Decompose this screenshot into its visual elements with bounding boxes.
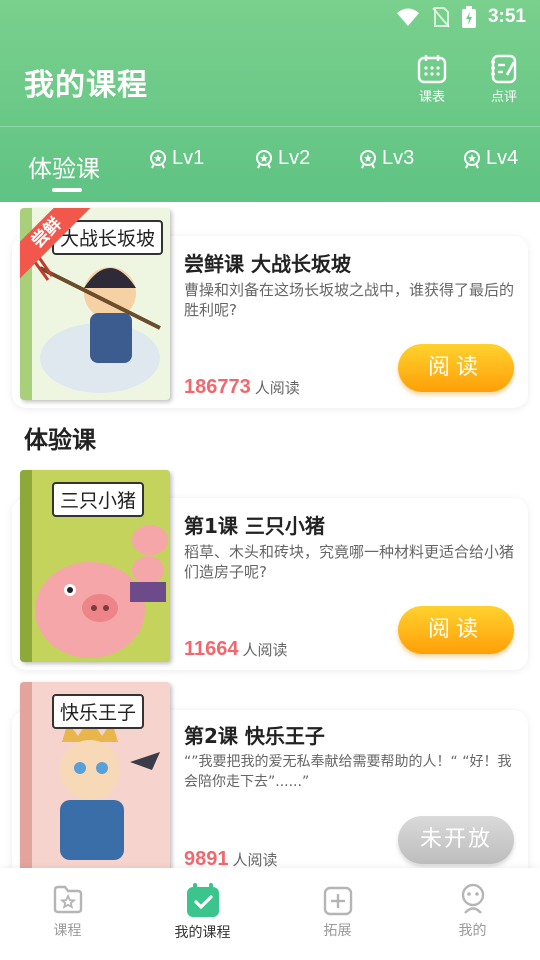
medal-icon (150, 149, 166, 168)
nav-label: 我的 (458, 923, 487, 939)
nav-courses[interactable]: 课程 (0, 882, 135, 940)
nav-me[interactable]: 我的 (405, 882, 540, 940)
nav-label: 我的课程 (174, 925, 231, 941)
course-name: 尝鲜课 大战长坂坡 (184, 252, 351, 276)
nav-expand[interactable]: 拓展 (270, 882, 405, 940)
medal-icon (256, 149, 272, 168)
battery-charging-icon (461, 6, 476, 28)
cover-title: 三只小猪 (52, 482, 145, 517)
tab-lv4[interactable]: Lv4 (462, 147, 518, 170)
bottom-nav: 课程 我的课程 拓展 我的 (0, 868, 540, 960)
tab-trial[interactable]: 体验课 (28, 149, 100, 184)
tab-label: 体验课 (28, 155, 100, 183)
read-count-number: 11664 (184, 638, 239, 660)
schedule-label: 课表 (418, 90, 445, 105)
calendar-check-icon (186, 883, 219, 917)
calendar-icon (417, 55, 447, 84)
active-tab-indicator (52, 188, 82, 192)
course-name: 第2课 快乐王子 (184, 724, 325, 748)
read-button[interactable]: 阅读 (398, 606, 514, 654)
read-count: 11664 人阅读 (184, 638, 288, 661)
medal-icon (360, 149, 376, 168)
course-description: 曹操和刘备在这场长坂坡之战中，谁获得了最后的胜利呢? (184, 281, 515, 319)
status-bar: 3:51 (0, 0, 540, 36)
review-button[interactable]: 点评 (480, 54, 528, 105)
nav-label: 课程 (53, 923, 82, 939)
tab-label: Lv3 (382, 147, 415, 169)
status-time: 3:51 (487, 6, 526, 27)
wifi-icon (396, 8, 419, 26)
read-count-number: 186773 (184, 376, 251, 398)
review-label: 点评 (490, 90, 517, 105)
tab-label: Lv2 (278, 147, 311, 169)
no-sim-icon (432, 7, 450, 28)
tab-lv2[interactable]: Lv2 (254, 147, 310, 170)
tab-lv1[interactable]: Lv1 (148, 147, 204, 170)
course-description: 稻草、木头和砖块，究竟哪一种材料更适合给小猪们造房子呢? (184, 543, 515, 581)
tab-label: Lv4 (486, 147, 519, 169)
course-name: 第1课 三只小猪 (184, 514, 325, 538)
page-title: 我的课程 (24, 68, 148, 103)
schedule-button[interactable]: 课表 (408, 54, 456, 105)
header: 3:51 我的课程 课表 点评 体验课 Lv1 Lv2 Lv3 Lv4 (0, 0, 540, 202)
course-cover[interactable]: 三只小猪 (20, 470, 170, 662)
course-cover[interactable]: 大战长坂坡 尝鲜 (20, 208, 170, 400)
read-count-unit: 人阅读 (242, 641, 288, 659)
read-count: 186773 人阅读 (184, 376, 300, 399)
medal-icon (464, 149, 480, 168)
course-description: “”我要把我的爱无私奉献给需要帮助的人！“ “好！我会陪你走下去”......” (184, 754, 512, 790)
tab-lv3[interactable]: Lv3 (358, 147, 414, 170)
nav-my-courses[interactable]: 我的课程 (135, 882, 270, 942)
folder-star-icon (53, 885, 82, 914)
unavailable-button[interactable]: 未开放 (398, 816, 514, 864)
course-cover[interactable]: 快乐王子 (20, 682, 170, 874)
read-count-unit: 人阅读 (232, 851, 278, 869)
review-icon (491, 54, 517, 84)
cover-title: 快乐王子 (52, 694, 145, 729)
add-square-icon (323, 886, 352, 916)
user-face-icon (461, 883, 484, 914)
read-button[interactable]: 阅读 (398, 344, 514, 392)
tab-label: Lv1 (172, 147, 205, 169)
section-title: 体验课 (24, 426, 96, 454)
read-count-unit: 人阅读 (254, 379, 300, 397)
nav-label: 拓展 (323, 923, 352, 939)
